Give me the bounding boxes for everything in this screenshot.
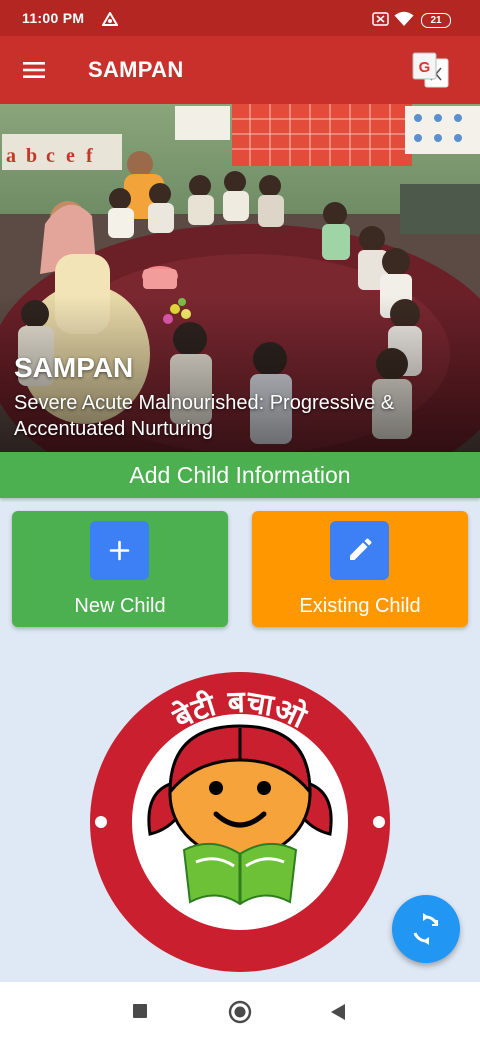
new-child-card[interactable]: New Child (12, 511, 228, 627)
add-child-information-header: Add Child Information (0, 452, 480, 498)
app-bar: SAMPAN G (0, 36, 480, 104)
home-circle-icon[interactable] (228, 1000, 252, 1024)
recents-square-icon[interactable] (132, 1003, 148, 1019)
hero-subtitle: Severe Acute Malnourished: Progressive &… (14, 392, 395, 440)
plus-icon-box (90, 521, 149, 580)
svg-text:G: G (419, 59, 431, 76)
pencil-icon-box (330, 521, 389, 580)
existing-child-card[interactable]: Existing Child (252, 511, 468, 627)
new-child-label: New Child (74, 595, 166, 617)
hamburger-menu-icon[interactable] (18, 56, 50, 84)
beti-bachao-logo-image: बेटी बचाओ बेटी पढ़ाओ (90, 672, 390, 972)
no-sim-icon (372, 12, 389, 26)
nearby-icon (102, 12, 118, 26)
wifi-icon (394, 11, 414, 26)
system-navigation-bar (0, 982, 480, 1040)
app-title: SAMPAN (88, 57, 184, 82)
battery-level: 21 (430, 15, 442, 26)
existing-child-label: Existing Child (299, 595, 421, 617)
beti-bachao-beti-padhao-logo: बेटी बचाओ बेटी पढ़ाओ (84, 664, 396, 980)
battery-icon: 21 (421, 13, 451, 28)
hero-title: SAMPAN (14, 352, 134, 383)
sync-button[interactable] (392, 895, 460, 963)
back-triangle-icon[interactable] (330, 1003, 346, 1021)
google-translate-icon[interactable]: G (410, 50, 450, 90)
sync-icon (413, 913, 439, 945)
plus-icon (109, 540, 130, 561)
hero-banner: abcef (0, 104, 480, 452)
pencil-icon (350, 538, 372, 560)
status-bar: 11:00 PM 21 (0, 0, 480, 36)
status-time: 11:00 PM (22, 10, 85, 26)
